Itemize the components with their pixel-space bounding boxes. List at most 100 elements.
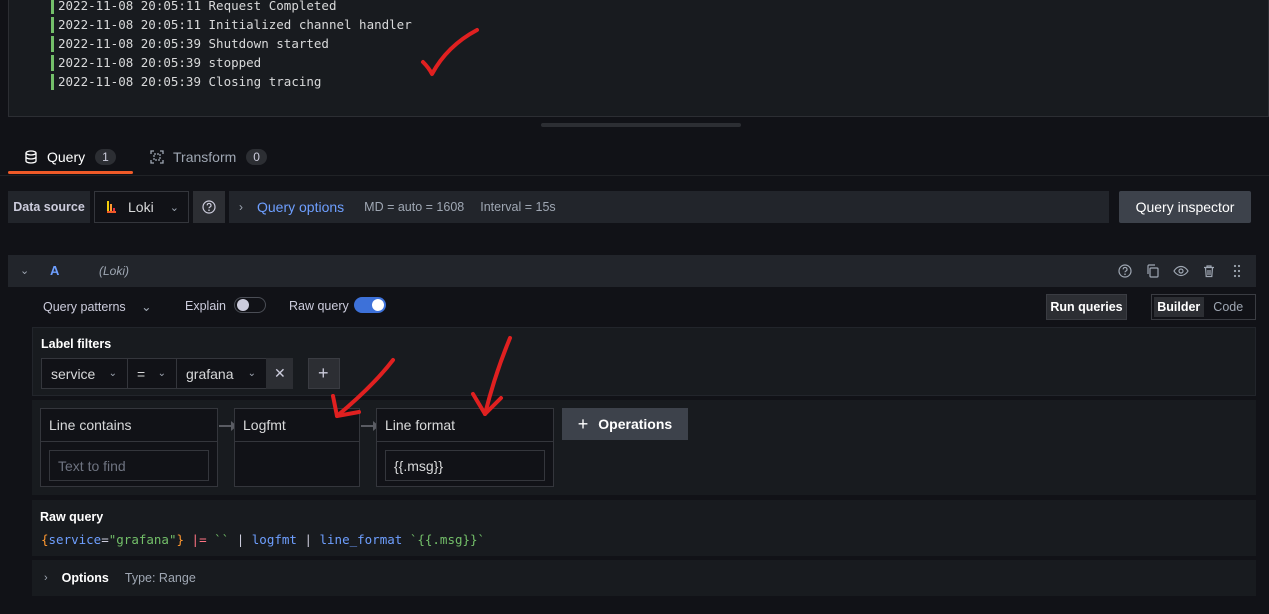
query-inspector-button[interactable]: Query inspector (1119, 191, 1251, 223)
operation-logfmt: Logfmt (234, 408, 360, 487)
question-circle-icon (202, 200, 216, 214)
chevron-down-icon: ⌄ (169, 202, 179, 214)
raw-query-token: `{{.msg}}` (409, 532, 486, 547)
tab-query-label: Query (47, 149, 86, 165)
copy-icon[interactable] (1144, 262, 1162, 280)
query-patterns-dropdown[interactable]: Query patterns ⌄ (43, 299, 152, 314)
options-section[interactable]: › Options Type: Range (32, 560, 1256, 596)
close-icon: ✕ (274, 365, 286, 381)
raw-query-title: Raw query (40, 510, 104, 524)
datasource-label: Data source (8, 191, 90, 223)
label-operator-value: = (137, 365, 146, 382)
options-title: Options (61, 571, 109, 585)
raw-query-token: service (48, 532, 102, 547)
raw-query-token: `` (214, 532, 230, 547)
question-circle-icon[interactable] (1116, 262, 1134, 280)
log-line: 2022-11-08 20:05:11 Request Completed (51, 0, 336, 14)
raw-query-code: {service="grafana"} |= `` | logfmt | lin… (41, 532, 485, 547)
raw-query-token: { (41, 532, 49, 547)
raw-query-token (402, 532, 410, 547)
tab-transform[interactable]: Transform 0 (148, 140, 267, 174)
plus-icon: + (577, 413, 589, 434)
log-line: 2022-11-08 20:05:39 Shutdown started (51, 36, 329, 52)
datasource-picker[interactable]: Loki ⌄ (94, 191, 189, 223)
drag-handle-icon[interactable] (1228, 262, 1246, 280)
raw-query-token: logfmt (251, 532, 297, 547)
label-value-value: grafana (186, 365, 234, 382)
raw-query-token: "grafana" (108, 532, 177, 547)
collapse-chevron-icon[interactable]: ⌄ (20, 264, 29, 277)
editor-mode-toggle: Builder Code (1151, 294, 1256, 320)
operation-line-format: Line format {{.msg}} (376, 408, 554, 487)
chevron-down-icon: ⌄ (141, 300, 152, 314)
raw-query-token: = (101, 532, 109, 547)
operations-section: Line contains Text to find Logfmt Line f… (32, 400, 1256, 495)
label-operator-select[interactable]: = ⌄ (127, 358, 177, 389)
explain-toggle[interactable] (234, 297, 266, 313)
tab-query-count: 1 (95, 149, 116, 165)
chevron-down-icon: ⌄ (108, 368, 117, 379)
operation-connector (361, 421, 379, 431)
chevron-down-icon: ⌄ (247, 368, 256, 379)
tab-query[interactable]: Query 1 (8, 140, 133, 174)
add-filter-button[interactable]: + (308, 358, 340, 389)
add-operation-button[interactable]: + Operations (562, 408, 688, 440)
trash-icon[interactable] (1200, 262, 1218, 280)
explain-label: Explain (185, 299, 226, 313)
raw-query-token: | (296, 532, 320, 547)
operation-line-contains: Line contains Text to find (40, 408, 218, 487)
line-contains-input[interactable]: Text to find (49, 450, 209, 481)
run-queries-button[interactable]: Run queries (1046, 294, 1127, 320)
query-editor: Query patterns ⌄ Explain Raw query Run q… (8, 287, 1256, 607)
label-filters-title: Label filters (41, 337, 112, 351)
transform-icon (150, 150, 164, 164)
query-datasource: (Loki) (99, 264, 130, 278)
query-builder-header: Query patterns ⌄ Explain Raw query Run q… (8, 287, 1256, 327)
logs-panel: 2022-11-08 20:05:11 Request Completed 20… (8, 0, 1269, 117)
remove-filter-button[interactable]: ✕ (266, 358, 293, 389)
line-format-input[interactable]: {{.msg}} (385, 450, 545, 481)
mode-builder-button[interactable]: Builder (1154, 297, 1204, 317)
chevron-right-icon: › (44, 572, 48, 584)
panel-resize-handle[interactable] (541, 123, 741, 127)
raw-query-token: |= (184, 532, 215, 547)
database-icon (24, 150, 38, 164)
datasource-value: Loki (128, 199, 154, 215)
label-key-value: service (51, 365, 96, 382)
loki-logo-icon (105, 199, 119, 215)
options-meta: Type: Range (124, 571, 196, 585)
tab-transform-label: Transform (173, 149, 237, 165)
datasource-help-button[interactable] (193, 191, 225, 223)
label-filters-section: Label filters service ⌄ = ⌄ grafana ⌄ ✕ … (32, 327, 1256, 396)
raw-query-section: Raw query {service="grafana"} |= `` | lo… (32, 500, 1256, 556)
label-key-select[interactable]: service ⌄ (41, 358, 128, 389)
raw-query-label: Raw query (289, 299, 349, 313)
log-line: 2022-11-08 20:05:39 stopped (51, 55, 261, 71)
operation-connector (219, 421, 237, 431)
chevron-right-icon: › (239, 200, 243, 214)
plus-icon: + (318, 363, 329, 383)
eye-icon[interactable] (1172, 262, 1190, 280)
query-patterns-label: Query patterns (43, 300, 126, 314)
query-options-bar[interactable]: › Query options MD = auto = 1608 Interva… (229, 191, 1109, 223)
tab-transform-count: 0 (246, 149, 267, 165)
query-row-header: ⌄ A (Loki) (8, 255, 1256, 287)
chevron-down-icon: ⌄ (157, 368, 166, 379)
query-name[interactable]: A (50, 263, 59, 278)
raw-query-token: line_format (319, 532, 403, 547)
max-data-points: MD = auto = 1608 (364, 200, 465, 214)
raw-query-toggle[interactable] (354, 297, 386, 313)
editor-tabs: Query 1 Transform 0 (8, 140, 1269, 174)
interval: Interval = 15s (480, 200, 556, 214)
log-line: 2022-11-08 20:05:39 Closing tracing (51, 74, 321, 90)
operation-title: Logfmt (235, 409, 359, 442)
operation-title: Line contains (41, 409, 217, 442)
raw-query-token: | (229, 532, 252, 547)
query-options-title[interactable]: Query options (257, 199, 344, 215)
raw-query-token: } (176, 532, 185, 547)
log-line: 2022-11-08 20:05:11 Initialized channel … (51, 17, 412, 33)
divider (0, 175, 1269, 176)
mode-code-button[interactable]: Code (1204, 297, 1254, 317)
label-value-select[interactable]: grafana ⌄ (176, 358, 267, 389)
query-toolbar: Data source Loki ⌄ › Query options MD = … (8, 191, 1256, 223)
